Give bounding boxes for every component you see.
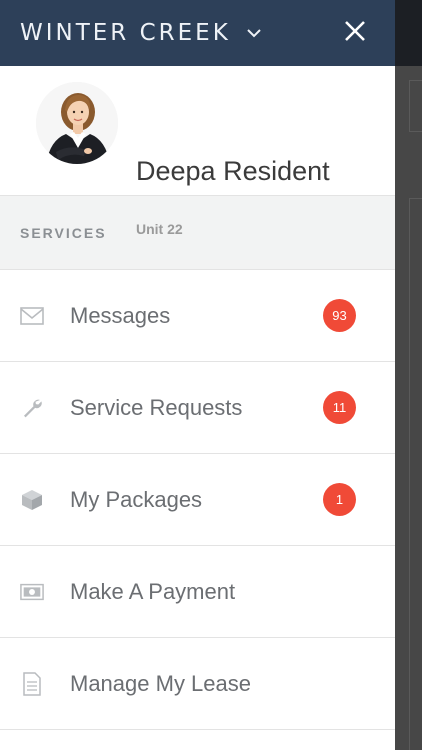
community-selector[interactable]: WINTER CREEK <box>20 20 263 46</box>
services-section-header: SERVICES <box>0 196 395 270</box>
menu-item-label: Make A Payment <box>70 578 236 604</box>
wrench-icon <box>20 396 44 420</box>
payment-icon <box>20 580 44 604</box>
menu-item-label: My Packages <box>70 486 203 512</box>
backdrop-header <box>395 0 422 66</box>
unit-label: Unit 22 <box>136 221 183 237</box>
menu-item-label: Manage My Lease <box>70 670 251 696</box>
package-icon <box>20 488 44 512</box>
app-backdrop[interactable] <box>395 0 422 750</box>
user-profile[interactable]: Deepa Resident Unit 22 <box>0 66 395 237</box>
section-label: SERVICES <box>20 224 107 241</box>
side-drawer: WINTER CREEK Deepa Resident Unit 22 SERV… <box>0 0 395 750</box>
envelope-icon <box>20 304 44 328</box>
chevron-down-icon <box>245 24 263 42</box>
menu-item-manage-my-lease[interactable]: Manage My Lease <box>0 638 395 730</box>
backdrop-panel <box>409 80 422 132</box>
notification-badge: 11 <box>323 391 356 424</box>
close-button[interactable] <box>341 19 369 47</box>
notification-badge: 93 <box>323 299 356 332</box>
user-name: Deepa Resident <box>136 156 330 186</box>
menu-item-service-requests[interactable]: Service Requests 11 <box>0 362 395 454</box>
menu-item-messages[interactable]: Messages 93 <box>0 270 395 362</box>
menu-item-my-packages[interactable]: My Packages 1 <box>0 454 395 546</box>
community-name: WINTER CREEK <box>20 20 231 46</box>
menu-item-label: Service Requests <box>70 394 243 420</box>
avatar <box>36 82 118 164</box>
backdrop-content <box>409 198 422 750</box>
document-icon <box>20 671 44 696</box>
menu-item-make-a-payment[interactable]: Make A Payment <box>0 546 395 638</box>
close-icon <box>344 20 366 47</box>
drawer-header: WINTER CREEK <box>0 0 395 66</box>
notification-badge: 1 <box>323 483 356 516</box>
menu-item-label: Messages <box>70 302 171 328</box>
